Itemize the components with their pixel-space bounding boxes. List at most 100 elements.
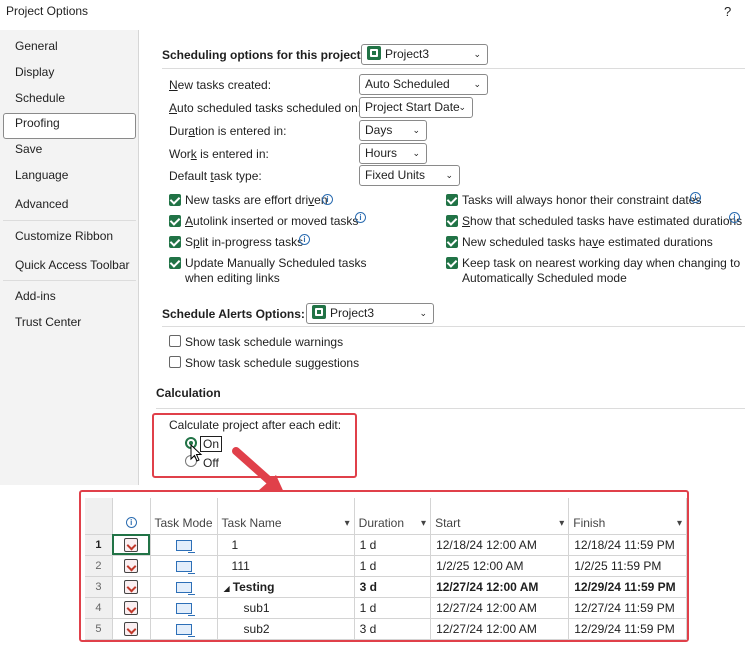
show-suggestions-checkbox[interactable] bbox=[169, 356, 181, 368]
nav-item-schedule[interactable]: Schedule bbox=[15, 91, 65, 105]
task-indicator-icon bbox=[124, 621, 139, 636]
duration-cell[interactable]: 3 d bbox=[354, 618, 432, 640]
effort-driven-checkbox[interactable] bbox=[169, 194, 181, 206]
task-indicator-icon bbox=[124, 558, 139, 573]
row-number[interactable]: 3 bbox=[85, 576, 113, 598]
info-icon: i bbox=[125, 516, 137, 528]
start-column-header[interactable]: Start bbox=[430, 498, 570, 535]
nav-divider bbox=[3, 220, 136, 221]
task-name-cell[interactable]: sub1 bbox=[217, 597, 355, 619]
task-name-cell[interactable]: 111 bbox=[217, 555, 355, 577]
start-cell[interactable]: 1/2/25 12:00 AM bbox=[430, 555, 570, 577]
nav-item-trust-center[interactable]: Trust Center bbox=[15, 315, 81, 329]
info-icon[interactable]: i bbox=[322, 194, 333, 205]
default-task-type-select[interactable]: Fixed Units ⌄ bbox=[359, 165, 460, 186]
collapse-triangle-icon[interactable]: ◢ bbox=[224, 584, 230, 593]
nav-item-save[interactable]: Save bbox=[15, 142, 42, 156]
info-icon[interactable]: i bbox=[729, 212, 740, 223]
task-name-cell[interactable]: ◢ Testing bbox=[217, 576, 355, 598]
auto-schedule-mode-icon bbox=[175, 581, 195, 595]
info-icon[interactable]: i bbox=[355, 212, 366, 223]
finish-cell[interactable]: 1/2/25 11:59 PM bbox=[568, 555, 687, 577]
autolink-checkbox[interactable] bbox=[169, 215, 181, 227]
start-cell[interactable]: 12/18/24 12:00 AM bbox=[430, 534, 570, 556]
finish-cell[interactable]: 12/27/24 11:59 PM bbox=[568, 597, 687, 619]
duration-cell[interactable]: 3 d bbox=[354, 576, 432, 598]
table-row[interactable]: 5 sub2 3 d 12/27/24 12:00 AM 12/29/24 11… bbox=[85, 618, 687, 640]
new-estimated-checkbox[interactable] bbox=[446, 236, 458, 248]
section-divider bbox=[162, 68, 745, 69]
indicator-cell[interactable] bbox=[112, 618, 151, 640]
nav-item-quick-access-toolbar[interactable]: Quick Access Toolbar bbox=[15, 258, 130, 272]
info-icon[interactable]: i bbox=[690, 192, 701, 203]
table-row[interactable]: 4 sub1 1 d 12/27/24 12:00 AM 12/27/24 11… bbox=[85, 597, 687, 619]
finish-cell[interactable]: 12/29/24 11:59 PM bbox=[568, 576, 687, 598]
task-name-cell[interactable]: 1 bbox=[217, 534, 355, 556]
finish-cell[interactable]: 12/29/24 11:59 PM bbox=[568, 618, 687, 640]
duration-cell[interactable]: 1 d bbox=[354, 555, 432, 577]
calculation-section-title: Calculation bbox=[156, 386, 221, 400]
row-number-header[interactable] bbox=[85, 498, 113, 535]
nav-item-customize-ribbon[interactable]: Customize Ribbon bbox=[15, 229, 113, 243]
row-number[interactable]: 4 bbox=[85, 597, 113, 619]
duration-cell[interactable]: 1 d bbox=[354, 597, 432, 619]
task-mode-cell[interactable] bbox=[150, 555, 218, 577]
keep-working-day-checkbox[interactable] bbox=[446, 257, 458, 269]
new-tasks-created-label: New tasks created: bbox=[169, 78, 272, 92]
scheduling-project-select[interactable]: Project3 ⌄ bbox=[361, 44, 488, 65]
nav-item-add-ins[interactable]: Add-ins bbox=[15, 289, 56, 303]
start-cell[interactable]: 12/27/24 12:00 AM bbox=[430, 618, 570, 640]
info-icon[interactable]: i bbox=[299, 234, 310, 245]
task-mode-cell[interactable] bbox=[150, 576, 218, 598]
dialog-title: Project Options bbox=[6, 4, 89, 18]
auto-schedule-mode-icon bbox=[175, 560, 195, 574]
update-manual-checkbox[interactable] bbox=[169, 257, 181, 269]
honor-constraints-checkbox[interactable] bbox=[446, 194, 458, 206]
alerts-project-value: Project3 bbox=[330, 306, 375, 320]
nav-item-language[interactable]: Language bbox=[15, 168, 68, 182]
indicator-cell[interactable] bbox=[112, 576, 151, 598]
nav-item-display[interactable]: Display bbox=[15, 65, 54, 79]
task-mode-cell[interactable] bbox=[150, 534, 218, 556]
table-row[interactable]: 1 1 1 d 12/18/24 12:00 AM 12/18/24 11:59… bbox=[85, 534, 687, 556]
alerts-project-select[interactable]: Project3 ⌄ bbox=[306, 303, 434, 324]
nav-item-advanced[interactable]: Advanced bbox=[15, 197, 68, 211]
help-button[interactable]: ? bbox=[724, 4, 731, 19]
auto-scheduled-on-select[interactable]: Project Start Date ⌄ bbox=[359, 97, 473, 118]
row-number[interactable]: 2 bbox=[85, 555, 113, 577]
auto-scheduled-on-value: Project Start Date bbox=[365, 100, 460, 114]
task-mode-cell[interactable] bbox=[150, 618, 218, 640]
show-warnings-checkbox[interactable] bbox=[169, 335, 181, 347]
summary-task-name: Testing bbox=[232, 579, 275, 594]
table-row[interactable]: 2 111 1 d 1/2/25 12:00 AM 1/2/25 11:59 P… bbox=[85, 555, 687, 577]
work-entered-value: Hours bbox=[365, 146, 398, 160]
info-column-header[interactable]: i bbox=[112, 498, 151, 535]
task-name-cell[interactable]: sub2 bbox=[217, 618, 355, 640]
section-divider bbox=[156, 408, 745, 409]
row-number[interactable]: 5 bbox=[85, 618, 113, 640]
start-cell[interactable]: 12/27/24 12:00 AM bbox=[430, 576, 570, 598]
indicator-cell[interactable] bbox=[112, 555, 151, 577]
finish-column-header[interactable]: Finish bbox=[568, 498, 687, 535]
alerts-section-title: Schedule Alerts Options: bbox=[162, 307, 305, 321]
task-mode-cell[interactable] bbox=[150, 597, 218, 619]
indicator-cell[interactable] bbox=[112, 597, 151, 619]
task-mode-column-header[interactable]: Task Mode bbox=[150, 498, 218, 535]
row-number[interactable]: 1 bbox=[85, 534, 113, 556]
work-entered-select[interactable]: Hours ⌄ bbox=[359, 143, 427, 164]
nav-item-proofing[interactable]: Proofing bbox=[15, 116, 60, 130]
chevron-down-icon: ⌄ bbox=[473, 79, 481, 89]
duration-entered-select[interactable]: Days ⌄ bbox=[359, 120, 427, 141]
indicator-cell[interactable] bbox=[112, 534, 151, 556]
finish-cell[interactable]: 12/18/24 11:59 PM bbox=[568, 534, 687, 556]
chevron-down-icon: ⌄ bbox=[419, 308, 427, 318]
task-name-column-header[interactable]: Task Name bbox=[217, 498, 355, 535]
duration-cell[interactable]: 1 d bbox=[354, 534, 432, 556]
duration-column-header[interactable]: Duration bbox=[354, 498, 432, 535]
split-in-progress-checkbox[interactable] bbox=[169, 236, 181, 248]
show-estimated-checkbox[interactable] bbox=[446, 215, 458, 227]
nav-item-general[interactable]: General bbox=[15, 39, 58, 53]
table-row[interactable]: 3 ◢ Testing 3 d 12/27/24 12:00 AM 12/29/2… bbox=[85, 576, 687, 598]
start-cell[interactable]: 12/27/24 12:00 AM bbox=[430, 597, 570, 619]
new-tasks-created-select[interactable]: Auto Scheduled ⌄ bbox=[359, 74, 488, 95]
